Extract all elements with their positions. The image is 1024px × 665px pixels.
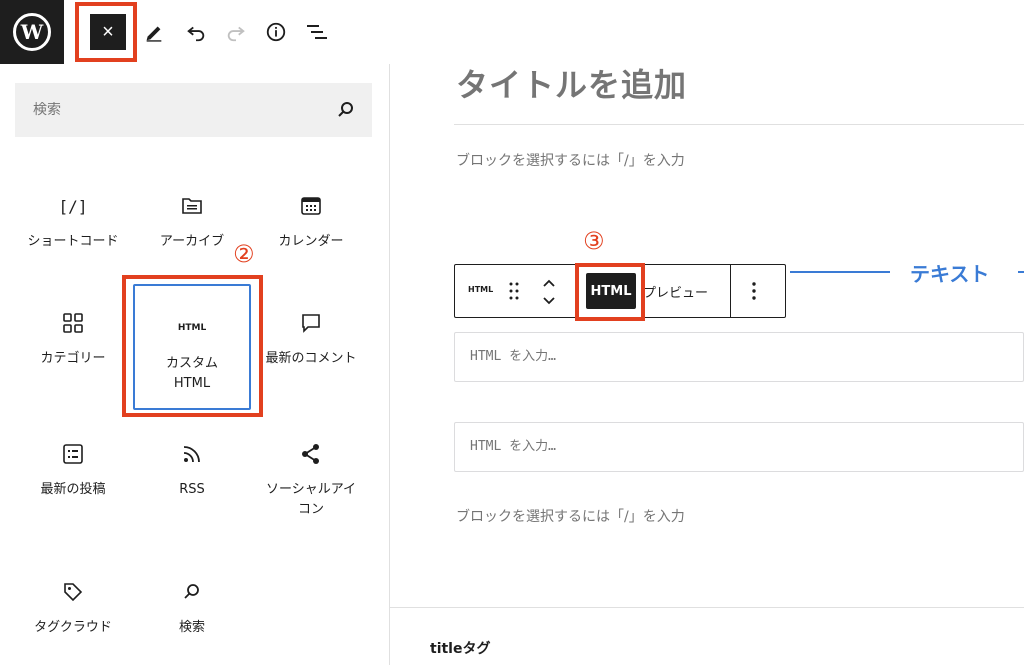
block-label: RSS bbox=[179, 482, 205, 497]
block-calendar[interactable]: カレンダー bbox=[252, 194, 370, 252]
html-code-editor bbox=[454, 332, 1024, 382]
block-search-input[interactable] bbox=[33, 102, 323, 118]
meta-box-panel: titleタグ bbox=[390, 607, 1024, 665]
search-icon[interactable] bbox=[336, 100, 356, 120]
html-icon: HTML bbox=[135, 316, 249, 340]
shortcode-glyph: [/] bbox=[58, 196, 88, 216]
search-icon bbox=[133, 580, 251, 604]
block-social-icons[interactable]: ソーシャルアイコン bbox=[252, 442, 370, 520]
more-options-icon[interactable] bbox=[751, 281, 757, 305]
shortcode-icon: [/] bbox=[14, 194, 132, 218]
meta-box-title[interactable]: titleタグ bbox=[430, 638, 490, 658]
annotation-number-3: ③ bbox=[583, 227, 605, 255]
block-type-html-label[interactable]: HTML bbox=[468, 285, 493, 294]
block-latest-posts[interactable]: 最新の投稿 bbox=[14, 442, 132, 500]
block-label: ショートコード bbox=[27, 234, 119, 249]
block-label: 最新のコメント bbox=[265, 351, 357, 366]
html-code-editor-2 bbox=[454, 422, 1024, 472]
block-label: タグクラウド bbox=[34, 620, 112, 635]
html-glyph: HTML bbox=[177, 323, 207, 333]
annotation-number-2: ② bbox=[233, 240, 255, 268]
block-categories[interactable]: カテゴリー bbox=[14, 311, 132, 369]
undo-icon[interactable] bbox=[182, 18, 210, 46]
block-shortcode[interactable]: [/] ショートコード bbox=[14, 194, 132, 252]
callout-line bbox=[790, 271, 890, 273]
comment-bubble-icon bbox=[252, 311, 370, 335]
block-label: 検索 bbox=[178, 620, 205, 635]
callout-text: テキスト bbox=[910, 262, 990, 286]
post-title-input[interactable]: タイトルを追加 bbox=[456, 60, 687, 106]
top-toolbar: W × bbox=[0, 0, 1024, 64]
archive-folder-icon bbox=[133, 194, 251, 218]
html-code-input[interactable] bbox=[470, 437, 1010, 457]
pencil-icon[interactable] bbox=[140, 18, 168, 46]
block-search-widget[interactable]: 検索 bbox=[133, 580, 251, 638]
move-up-down-icon[interactable] bbox=[541, 277, 557, 311]
categories-grid-icon bbox=[14, 311, 132, 335]
block-custom-html[interactable]: HTML カスタム HTML bbox=[133, 284, 251, 410]
paragraph-placeholder[interactable]: ブロックを選択するには「/」を入力 bbox=[456, 150, 685, 170]
block-inserter-panel: [/] ショートコード アーカイブ カレンダー カテゴリー HTML カスタム … bbox=[0, 64, 390, 665]
block-label: カレンダー bbox=[278, 234, 344, 249]
block-latest-comments[interactable]: 最新のコメント bbox=[252, 311, 370, 369]
html-tab-button[interactable]: HTML bbox=[586, 273, 636, 309]
html-code-input[interactable] bbox=[470, 347, 1010, 367]
block-search bbox=[15, 83, 372, 137]
paragraph-placeholder[interactable]: ブロックを選択するには「/」を入力 bbox=[456, 506, 685, 526]
rss-icon bbox=[133, 442, 251, 466]
drag-handle-icon[interactable] bbox=[507, 281, 521, 305]
redo-icon[interactable] bbox=[222, 18, 250, 46]
block-toolbar: HTML HTML プレビュー bbox=[454, 264, 786, 318]
block-label: カテゴリー bbox=[40, 351, 106, 366]
block-tag-cloud[interactable]: タグクラウド bbox=[14, 580, 132, 638]
block-label: 最新の投稿 bbox=[40, 482, 106, 497]
close-inserter-button[interactable]: × bbox=[90, 14, 126, 50]
info-icon[interactable] bbox=[262, 18, 290, 46]
wordpress-logo[interactable]: W bbox=[0, 0, 64, 64]
preview-tab-button[interactable]: プレビュー bbox=[643, 273, 708, 309]
wordpress-logo-letter: W bbox=[20, 20, 44, 44]
share-icon bbox=[252, 442, 370, 466]
list-view-icon[interactable] bbox=[303, 18, 331, 46]
calendar-icon bbox=[252, 194, 370, 218]
callout-dash bbox=[1018, 271, 1024, 273]
title-divider bbox=[454, 124, 1024, 125]
wordpress-logo-icon: W bbox=[13, 13, 51, 51]
toolbar-separator bbox=[730, 265, 731, 317]
post-list-icon bbox=[14, 442, 132, 466]
block-label: カスタム HTML bbox=[165, 356, 218, 391]
block-label: ソーシャルアイコン bbox=[265, 482, 357, 517]
toolbar-separator bbox=[575, 265, 576, 317]
block-rss[interactable]: RSS bbox=[133, 442, 251, 500]
tag-icon bbox=[14, 580, 132, 604]
